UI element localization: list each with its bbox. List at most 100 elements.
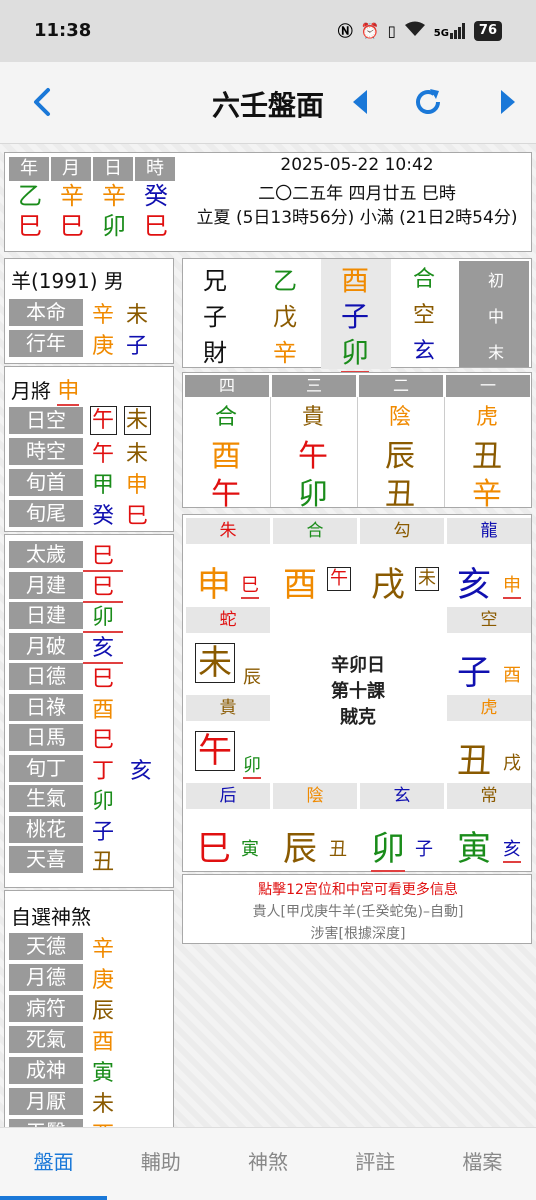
pillar-branch-day: 卯 [102,212,126,240]
center-lesson[interactable]: 第十課 [283,677,433,703]
triangle-left-icon [353,90,367,114]
plate-main-box[interactable]: 午 [195,731,235,771]
plate-main-box[interactable]: 未 [195,643,235,683]
benming-row: 本命 辛 未 [9,299,151,328]
xunwei-row: 旬尾 癸 巳 [9,500,151,529]
plate-main[interactable]: 丑 [457,733,491,782]
pillar-stem-month: 辛 [60,182,84,210]
shensha-row: 生氣卯 [9,785,123,814]
pillar-stem-hour: 癸 [144,182,168,210]
tianpan-plate[interactable]: 朱 合 勾 龍 申 巳 酉 午 戌 未 亥 申 蛇 未 辰 貴 午 卯 辛卯日 … [182,514,532,872]
plate-main[interactable]: 寅 [457,821,491,870]
status-icons: Ⓝ ⏰ ▯ 5G 76 [338,20,502,41]
rikong-a: 午 [89,406,117,435]
plate-jiang: 后 [186,783,270,809]
plate-jiang: 玄 [360,783,444,809]
plate-main[interactable]: 酉 [283,557,317,606]
tab-shensha[interactable]: 神煞 [214,1128,321,1200]
person-title: 羊(1991) 男 [11,269,124,293]
plate-main[interactable]: 子 [457,645,491,694]
plate-jiang: 常 [447,783,531,809]
plate-main: 午 [195,731,235,771]
pillar-header-day: 日 [93,157,135,181]
alarm-icon: ⏰ [360,21,380,40]
plate-main[interactable]: 辰 [283,821,317,870]
sanchuan-stage: 初 [488,271,505,290]
plate-sub: 巳 [241,571,259,599]
shensha-value: 丁 [91,758,114,784]
plate-sub: 子 [415,839,433,860]
tab-comments[interactable]: 評註 [322,1128,429,1200]
shensha-label: 生氣 [9,785,83,812]
previous-button[interactable] [340,82,380,122]
plate-main[interactable]: 申 [197,557,231,606]
sanchuan-panel[interactable]: 兄 子 財 乙 戊 辛 酉 子 卯 合 空 玄 初 中 末 [182,258,532,373]
plate-main[interactable]: 巳 [197,821,231,870]
pillar-branch-year: 巳 [18,212,42,240]
shensha-row: 日祿酉 [9,694,123,723]
plate-jiang: 蛇 [186,607,270,633]
shensha-row: 天喜丑 [9,846,123,875]
custom-label: 天德 [9,933,83,960]
rikong-row: 日空 午 未 [9,406,151,435]
plate-sub-box: 未 [415,567,439,591]
custom-shensha-panel[interactable]: 自選神煞 天德辛 月德庚 病符辰 死氣酉 成神寅 月厭未 天醫酉 [4,890,174,1127]
plate-jiang: 貴 [186,695,270,721]
tab-auxiliary[interactable]: 輔助 [107,1128,214,1200]
xingnian-stem: 庚 [91,333,114,359]
refresh-button[interactable] [408,82,448,122]
plate-sub: 寅 [241,839,259,860]
sike-lower: 辛 [472,477,502,512]
shehai-rule[interactable]: 涉害[根據深度] [183,923,533,943]
bottom-tab-bar: 盤面 輔助 神煞 評註 檔案 [0,1127,536,1200]
center-day[interactable]: 辛卯日 [283,651,433,677]
sanchuan-liuqin: 財 [203,339,227,367]
shensha-value: 巳 [91,666,114,692]
hint-text: 點擊12宮位和中宮可看更多信息 [258,882,458,898]
sanchuan-dungan: 辛 [273,339,297,367]
tab-chart[interactable]: 盤面 [0,1128,108,1200]
plate-jiang: 朱 [186,518,270,544]
pillar-header-year: 年 [9,157,51,181]
person-panel[interactable]: 羊(1991) 男 本命 辛 未 行年 庚 子 [4,258,174,364]
shensha-value: 亥 [83,630,123,664]
benming-label: 本命 [9,299,83,326]
plate-sub: 亥 [503,835,521,863]
yuejiang-title-line: 月將 申 [11,373,80,406]
sike-panel[interactable]: 四 三 二 一 合 貴 陰 虎 酉 午 辰 丑 午 卯 丑 辛 [182,372,532,512]
refresh-icon [416,89,440,114]
plate-main[interactable]: 戌 [371,557,405,606]
yuejiang-panel[interactable]: 月將 申 日空 午 未 時空 午 未 旬首 甲 申 旬尾 癸 巳 [4,366,174,532]
divider [357,397,358,507]
custom-label: 月德 [9,964,83,991]
plate-main[interactable]: 亥 [457,557,491,606]
custom-value: 辛 [91,936,114,962]
plate-sub: 未 [415,567,439,591]
triangle-right-icon [501,90,515,114]
sike-lower: 丑 [385,477,415,512]
custom-label: 成神 [9,1057,83,1084]
tab-records[interactable]: 檔案 [429,1128,536,1200]
xunshou-row: 旬首 甲 申 [9,469,151,498]
wifi-icon [404,21,426,41]
benming-stem: 辛 [91,302,114,328]
sanchuan-stage: 中 [488,307,505,326]
guiren-rule[interactable]: 貴人[甲戊庚牛羊(壬癸蛇兔)–自動] [183,901,533,921]
xingnian-branch: 子 [125,333,148,359]
nav-bar: 六壬盤面 [0,62,536,144]
next-button[interactable] [488,82,528,122]
plate-main[interactable]: 卯 [371,821,405,872]
chart-content: 年 月 日 時 乙 辛 辛 癸 巳 巳 卯 巳 2025-05-22 10:42… [0,144,536,1127]
shensha-row: 月建巳 [9,572,123,603]
center-method[interactable]: 賊克 [283,703,433,729]
lunar-date: 二〇二五年 四月廿五 巳時 [258,184,456,204]
shensha-row: 日馬巳 [9,724,123,753]
sanchuan-branch: 卯 [341,331,370,373]
shensha-row: 月破亥 [9,633,123,664]
pillar-branch-month: 巳 [60,212,84,240]
plate-jiang: 勾 [360,518,444,544]
sike-header: 四 [185,375,269,397]
custom-value: 酉 [91,1029,114,1055]
status-bar: 11:38 Ⓝ ⏰ ▯ 5G 76 [0,0,536,62]
shensha-panel[interactable]: 太歲巳 月建巳 日建卯 月破亥 日德巳 日祿酉 日馬巳 旬丁丁亥 生氣卯 桃花子… [4,534,174,888]
